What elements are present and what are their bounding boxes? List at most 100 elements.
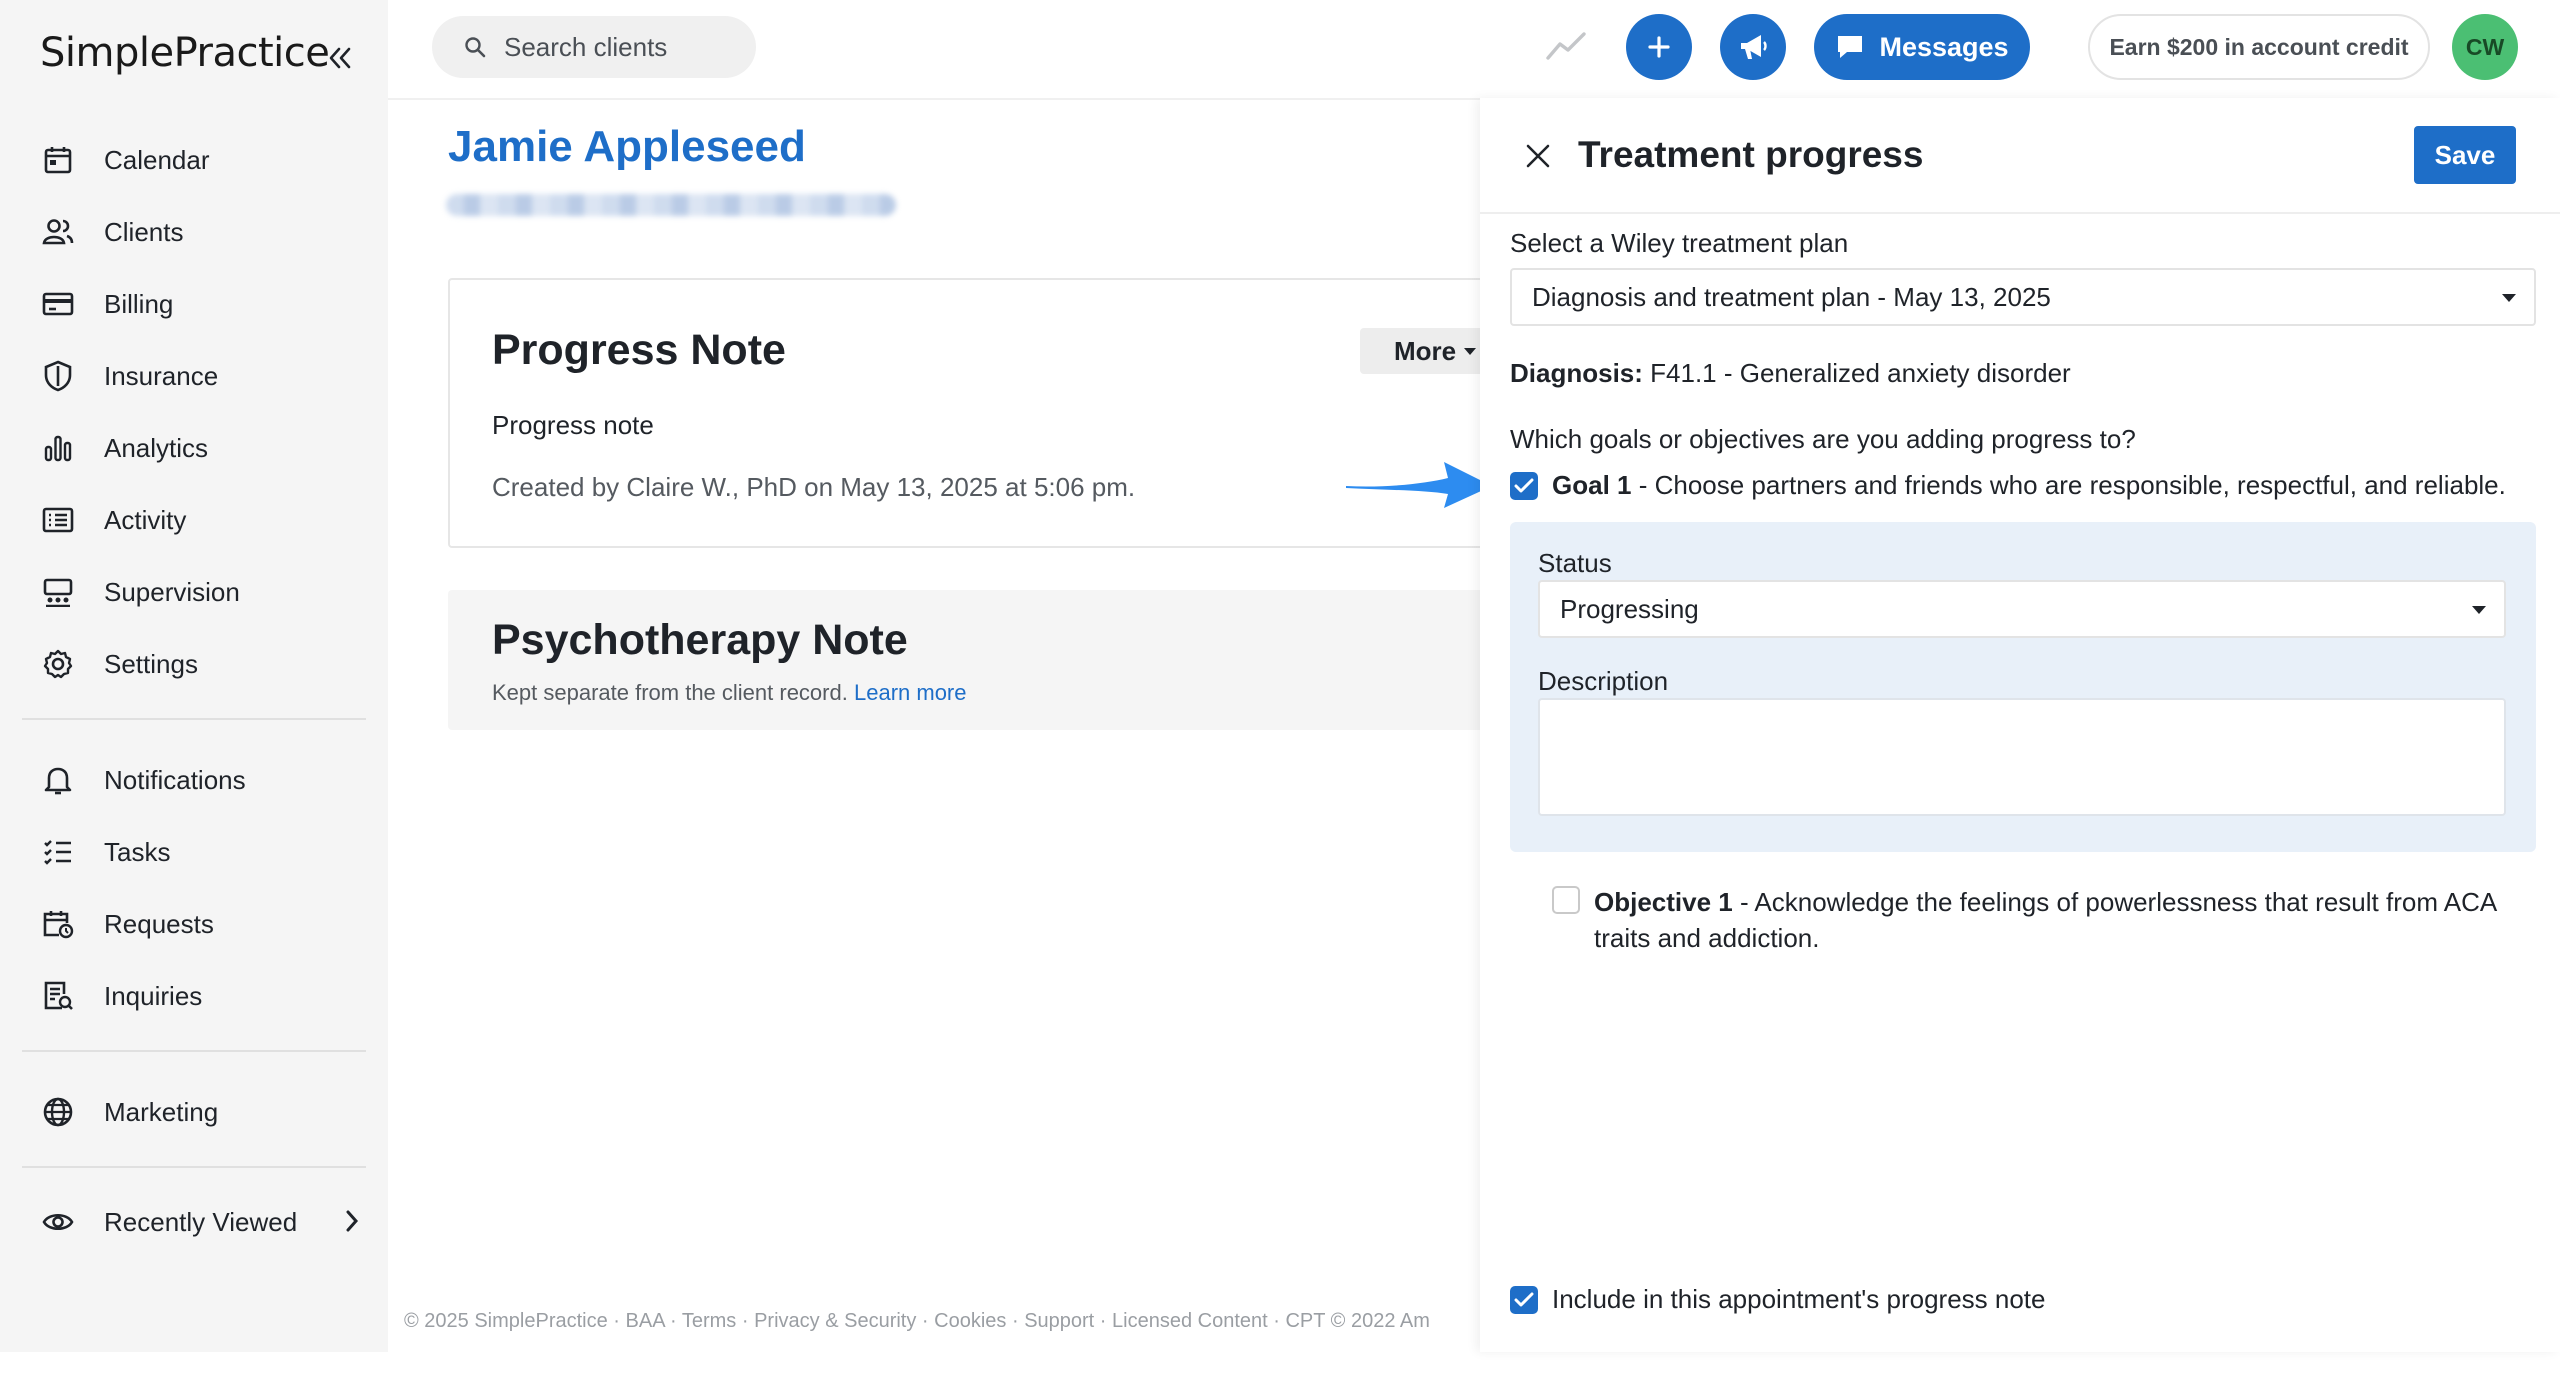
inquiries-icon: [40, 978, 76, 1014]
sidebar-item-label: Billing: [104, 288, 174, 319]
include-in-note-label: Include in this appointment's progress n…: [1552, 1284, 2046, 1314]
objective-1-checkbox[interactable]: [1552, 886, 1580, 914]
messages-label: Messages: [1879, 31, 2009, 62]
diagnosis-value: F41.1 - Generalized anxiety disorder: [1650, 358, 2071, 388]
caret-down-icon: [2502, 294, 2516, 302]
calendar-request-icon: [40, 906, 76, 942]
sidebar-item-requests[interactable]: Requests: [40, 896, 360, 952]
footer-copyright: © 2025 SimplePractice: [404, 1310, 608, 1332]
sidebar-divider: [22, 1050, 366, 1052]
chat-bubble-icon: [1835, 33, 1865, 61]
goal-1-name: Goal 1: [1552, 470, 1632, 500]
sidebar-item-supervision[interactable]: Supervision: [40, 564, 360, 620]
status-select[interactable]: Progressing: [1538, 580, 2506, 638]
psychotherapy-note-card[interactable]: Psychotherapy Note Kept separate from th…: [448, 590, 1548, 730]
goal-1-description: - Choose partners and friends who are re…: [1631, 470, 2506, 500]
description-label: Description: [1538, 666, 1669, 696]
psychotherapy-note-description: Kept separate from the client record.: [492, 680, 848, 705]
sidebar-item-insurance[interactable]: Insurance: [40, 348, 360, 404]
progress-note-meta: Created by Claire W., PhD on May 13, 202…: [492, 472, 1136, 502]
save-button[interactable]: Save: [2414, 126, 2516, 184]
search-input[interactable]: [504, 31, 744, 63]
sidebar-item-label: Insurance: [104, 360, 219, 391]
goal-1-text: Goal 1 - Choose partners and friends who…: [1552, 470, 2506, 501]
sidebar-item-settings[interactable]: Settings: [40, 636, 360, 692]
learn-more-link[interactable]: Learn more: [854, 680, 967, 705]
calendar-icon: [40, 142, 76, 178]
plus-icon: [1648, 36, 1670, 58]
logo[interactable]: SimplePractice: [40, 30, 330, 76]
sidebar-item-label: Marketing: [104, 1096, 219, 1127]
footer-link-baa[interactable]: BAA: [626, 1310, 665, 1332]
search-icon: [465, 37, 486, 58]
megaphone-icon: [1741, 35, 1767, 59]
treatment-progress-panel: Treatment progress Save Select a Wiley t…: [1480, 98, 2560, 1352]
search-bar[interactable]: [432, 16, 756, 78]
shield-icon: [40, 358, 76, 394]
footer: © 2025 SimplePractice · BAA · Terms · Pr…: [404, 1310, 1430, 1332]
footer-link-support[interactable]: Support: [1024, 1310, 1094, 1332]
sidebar-divider: [22, 718, 366, 720]
include-in-note-checkbox[interactable]: [1510, 1286, 1538, 1314]
footer-link-cookies[interactable]: Cookies: [934, 1310, 1006, 1332]
caret-down-icon: [1464, 347, 1477, 355]
sidebar-item-activity[interactable]: Activity: [40, 492, 360, 548]
activity-list-icon: [40, 502, 76, 538]
tasks-icon: [40, 834, 76, 870]
sidebar: SimplePractice Calendar Clients Billing …: [0, 0, 388, 1352]
goal-1-details: Status Progressing Description: [1510, 522, 2536, 852]
announcements-button[interactable]: [1720, 14, 1786, 80]
sidebar-item-notifications[interactable]: Notifications: [40, 752, 360, 808]
gear-icon: [40, 646, 76, 682]
earn-credit-button[interactable]: Earn $200 in account credit: [2088, 14, 2430, 80]
sidebar-item-label: Inquiries: [104, 980, 203, 1011]
trend-line-icon[interactable]: [1544, 28, 1588, 64]
blurred-client-details: [446, 194, 896, 216]
sidebar-item-marketing[interactable]: Marketing: [40, 1084, 360, 1140]
diagnosis-line: Diagnosis: F41.1 - Generalized anxiety d…: [1510, 358, 2071, 389]
sidebar-item-label: Clients: [104, 216, 184, 247]
sidebar-item-calendar[interactable]: Calendar: [40, 132, 360, 188]
checkmark-icon: [1514, 478, 1534, 493]
footer-link-licensed-content[interactable]: Licensed Content: [1112, 1310, 1268, 1332]
bar-chart-icon: [40, 430, 76, 466]
annotation-arrow-icon: [1346, 462, 1492, 508]
caret-down-icon: [2472, 606, 2486, 614]
sidebar-item-label: Recently Viewed: [104, 1206, 298, 1237]
client-name[interactable]: Jamie Appleseed: [448, 122, 806, 172]
treatment-plan-select[interactable]: Diagnosis and treatment plan - May 13, 2…: [1510, 268, 2536, 326]
collapse-sidebar-button[interactable]: [320, 38, 360, 78]
footer-link-cpt[interactable]: CPT © 2022 Am: [1285, 1310, 1429, 1332]
chevron-right-icon: [346, 1210, 359, 1232]
sidebar-item-recently-viewed[interactable]: Recently Viewed: [40, 1194, 360, 1250]
sidebar-item-tasks[interactable]: Tasks: [40, 824, 360, 880]
sidebar-item-label: Requests: [104, 908, 214, 939]
progress-note-title: Progress Note: [492, 326, 786, 374]
close-panel-button[interactable]: [1518, 136, 1558, 176]
avatar[interactable]: CW: [2452, 14, 2518, 80]
description-textarea[interactable]: [1538, 698, 2506, 816]
checkmark-icon: [1514, 1292, 1534, 1307]
sidebar-item-analytics[interactable]: Analytics: [40, 420, 360, 476]
panel-header: Treatment progress Save: [1480, 98, 2560, 214]
diagnosis-label: Diagnosis:: [1510, 358, 1643, 388]
clients-icon: [40, 214, 76, 250]
bell-icon: [40, 762, 76, 798]
psychotherapy-note-title: Psychotherapy Note: [492, 616, 908, 664]
goals-question: Which goals or objectives are you adding…: [1510, 424, 2136, 454]
sidebar-item-label: Tasks: [104, 836, 171, 867]
sidebar-item-billing[interactable]: Billing: [40, 276, 360, 332]
add-button[interactable]: [1626, 14, 1692, 80]
close-icon: [1526, 144, 1550, 168]
footer-link-privacy[interactable]: Privacy & Security: [754, 1310, 916, 1332]
sidebar-item-inquiries[interactable]: Inquiries: [40, 968, 360, 1024]
billing-icon: [40, 286, 76, 322]
sidebar-item-label: Settings: [104, 648, 198, 679]
goal-1-checkbox[interactable]: [1510, 472, 1538, 500]
sidebar-item-clients[interactable]: Clients: [40, 204, 360, 260]
footer-link-terms[interactable]: Terms: [682, 1310, 736, 1332]
sidebar-item-label: Calendar: [104, 144, 210, 175]
messages-button[interactable]: Messages: [1814, 14, 2030, 80]
progress-note-subtitle: Progress note: [492, 410, 654, 440]
status-value: Progressing: [1560, 593, 1699, 624]
